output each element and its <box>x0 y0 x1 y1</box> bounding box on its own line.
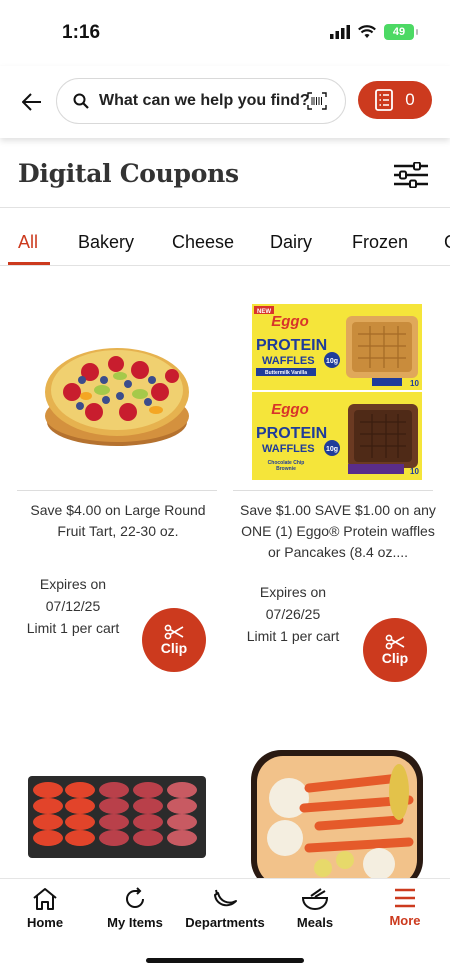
list-count: 0 <box>405 90 415 109</box>
tab-more-cutoff[interactable]: G <box>444 232 450 253</box>
tab-frozen[interactable]: Frozen <box>352 232 408 253</box>
protein-text-bottom: PROTEIN <box>256 425 327 442</box>
active-tab-indicator <box>8 262 50 265</box>
waffles-text-top: WAFFLES <box>262 355 315 367</box>
coupon-card-crab-platter[interactable] <box>225 740 450 878</box>
clip-label: Clip <box>160 640 188 656</box>
crab-platter-image <box>251 750 423 878</box>
expires-date: 07/12/25 <box>45 598 101 614</box>
nav-meals-label: Meals <box>296 915 334 930</box>
nav-more[interactable]: More <box>360 887 450 928</box>
banana-icon <box>214 889 237 907</box>
nav-home-label: Home <box>26 915 64 930</box>
battery-indicator: 49 <box>384 24 418 40</box>
count-top: 10 <box>410 379 419 388</box>
refresh-icon <box>126 887 144 908</box>
nav-meals[interactable]: Meals <box>270 887 360 930</box>
card-divider <box>17 490 217 491</box>
clip-label: Clip <box>381 650 409 666</box>
back-arrow-icon <box>22 93 41 111</box>
limit-text: Limit 1 per cart <box>26 620 120 636</box>
page-title: Digital Coupons <box>18 159 239 188</box>
coupon-card-salami-tray[interactable] <box>0 740 225 878</box>
eggo-product-image: NEW Eggo PROTEIN WAFFLES 10g Buttermilk … <box>252 304 422 480</box>
card-divider <box>233 490 433 491</box>
new-badge: NEW <box>257 309 271 315</box>
status-icons: 49 <box>330 24 418 40</box>
tab-all[interactable]: All <box>18 232 38 253</box>
title-row: Digital Coupons <box>0 138 450 208</box>
limit-text: Limit 1 per cart <box>246 628 340 644</box>
eggo-logo-top: Eggo <box>271 313 309 330</box>
nav-my-items[interactable]: My Items <box>90 887 180 930</box>
protein-badge-bottom: 10g <box>326 446 338 453</box>
scissors-icon <box>385 634 405 650</box>
clip-button[interactable]: Clip <box>142 608 206 672</box>
filter-icon[interactable] <box>394 162 428 188</box>
flavor-bottom-line2: Brownie <box>276 466 296 472</box>
menu-icon <box>395 888 415 908</box>
fruit-tart-image <box>45 348 189 446</box>
nav-departments[interactable]: Departments <box>180 887 270 930</box>
list-icon <box>375 89 394 111</box>
nav-my-items-label: My Items <box>107 915 163 930</box>
eggo-logo-bottom: Eggo <box>271 401 309 418</box>
home-icon <box>33 888 57 910</box>
tab-cheese[interactable]: Cheese <box>172 232 234 253</box>
waffles-text-bottom: WAFFLES <box>262 443 315 455</box>
wifi-icon <box>358 25 376 38</box>
tab-bakery[interactable]: Bakery <box>78 232 134 253</box>
tab-dairy[interactable]: Dairy <box>270 232 312 253</box>
expires-label: Expires on <box>259 584 327 600</box>
shopping-list-button[interactable]: 0 <box>358 81 432 119</box>
flavor-top: Buttermilk Vanilla <box>265 370 307 376</box>
category-tabs: All Bakery Cheese Dairy Frozen G <box>0 208 450 266</box>
search-placeholder: What can we help you find? <box>99 92 310 109</box>
count-bottom: 10 <box>410 467 419 476</box>
search-input[interactable]: What can we help you find? <box>56 78 346 124</box>
coupon-description: Save $1.00 SAVE $1.00 on any ONE (1) Egg… <box>240 502 436 560</box>
protein-badge-top: 10g <box>326 358 338 365</box>
nav-more-label: More <box>389 913 421 928</box>
status-bar: 1:16 49 <box>0 0 450 66</box>
nav-departments-label: Departments <box>185 915 265 930</box>
search-icon <box>73 93 89 109</box>
signal-icon <box>330 25 350 39</box>
bowl-icon <box>301 888 329 911</box>
coupon-description: Save $4.00 on Large Round Fruit Tart, 22… <box>30 502 206 539</box>
barcode-scan-icon[interactable] <box>307 92 327 110</box>
expires-label: Expires on <box>39 576 107 592</box>
expires-date: 07/26/25 <box>265 606 321 622</box>
protein-text-top: PROTEIN <box>256 337 327 354</box>
top-header: What can we help you find? 0 <box>0 66 450 138</box>
salami-tray-image <box>28 776 206 858</box>
clip-button[interactable]: Clip <box>363 618 427 682</box>
scissors-icon <box>164 624 184 640</box>
status-time: 1:16 <box>62 22 101 43</box>
back-button[interactable] <box>18 88 46 116</box>
home-indicator <box>146 958 304 963</box>
nav-home[interactable]: Home <box>0 887 90 930</box>
